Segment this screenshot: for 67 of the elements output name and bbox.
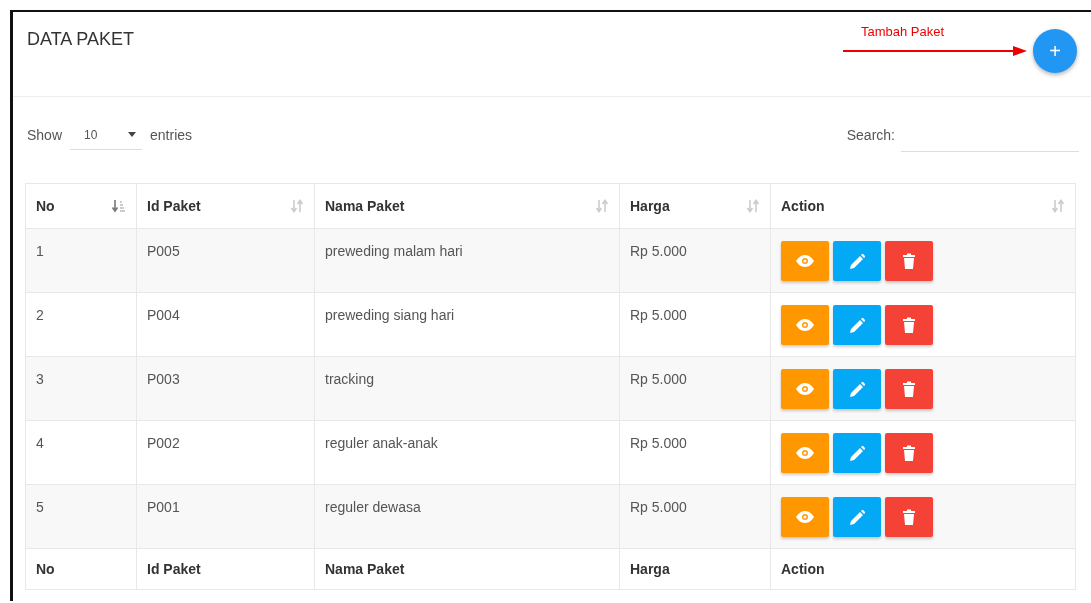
table-cell: P004 [136,292,315,357]
table-cell: reguler dewasa [314,484,620,549]
column-header[interactable]: No [25,183,137,229]
trash-icon [903,317,915,333]
table-cell: preweding siang hari [314,292,620,357]
column-footer: Harga [619,548,771,590]
delete-button[interactable] [885,433,933,473]
view-button[interactable] [781,433,829,473]
trash-icon [903,445,915,461]
column-header[interactable]: Action [770,183,1076,229]
show-label: Show [27,127,63,143]
eye-icon [796,447,814,459]
view-button[interactable] [781,369,829,409]
edit-button[interactable] [833,241,881,281]
table-cell: P003 [136,356,315,421]
annotation-text: Tambah Paket [861,24,945,39]
pencil-icon [849,253,865,269]
eye-icon [796,319,814,331]
entries-label: entries [150,127,193,143]
search-label: Search: [846,127,895,143]
eye-icon [796,511,814,523]
pencil-icon [849,317,865,333]
table-cell: 4 [25,420,137,485]
trash-icon [903,253,915,269]
table-cell: 1 [25,228,137,293]
table-cell: tracking [314,356,620,421]
column-footer: Action [770,548,1076,590]
delete-button[interactable] [885,369,933,409]
delete-button[interactable] [885,241,933,281]
table-cell: 5 [25,484,137,549]
column-footer: No [25,548,137,590]
edit-button[interactable] [833,433,881,473]
table-cell: Rp 5.000 [619,292,771,357]
entries-select[interactable]: 10 [70,120,143,150]
edit-button[interactable] [833,369,881,409]
table-cell: P001 [136,484,315,549]
column-header[interactable]: Id Paket [136,183,315,229]
eye-icon [796,255,814,267]
trash-icon [903,509,915,525]
edit-button[interactable] [833,497,881,537]
table-cell: preweding malam hari [314,228,620,293]
view-button[interactable] [781,241,829,281]
table-cell: reguler anak-anak [314,420,620,485]
table-cell: 3 [25,356,137,421]
table-cell: Rp 5.000 [619,484,771,549]
column-header[interactable]: Nama Paket [314,183,620,229]
column-footer: Nama Paket [314,548,620,590]
pencil-icon [849,509,865,525]
column-header[interactable]: Harga [619,183,771,229]
table-cell: P005 [136,228,315,293]
pencil-icon [849,445,865,461]
table-cell: Rp 5.000 [619,356,771,421]
delete-button[interactable] [885,305,933,345]
eye-icon [796,383,814,395]
caret-icon [128,132,137,137]
view-button[interactable] [781,497,829,537]
table-cell: Rp 5.000 [619,420,771,485]
table-cell: P002 [136,420,315,485]
panel-title: DATA PAKET [27,29,136,50]
table-cell: 2 [25,292,137,357]
column-footer: Id Paket [136,548,315,590]
view-button[interactable] [781,305,829,345]
delete-button[interactable] [885,497,933,537]
edit-button[interactable] [833,305,881,345]
table-cell: Rp 5.000 [619,228,771,293]
trash-icon [903,381,915,397]
pencil-icon [849,381,865,397]
